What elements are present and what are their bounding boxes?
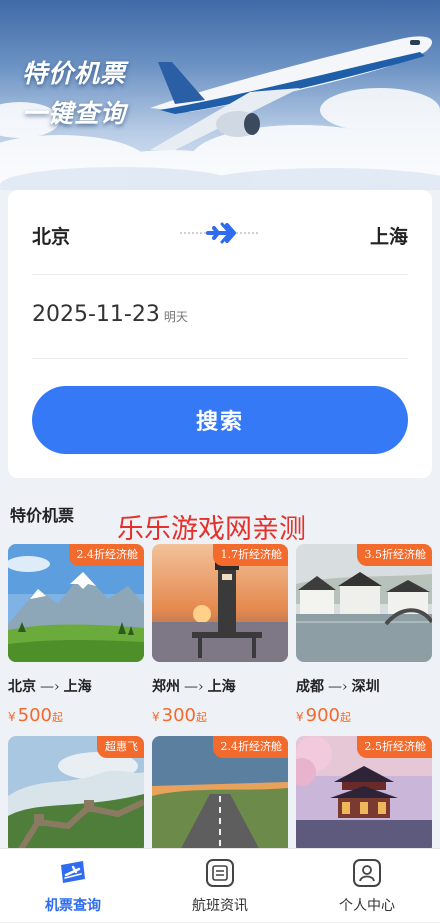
tab-label: 航班资讯 [192, 898, 248, 914]
search-card: 北京 上海 2025-11-23 明天 搜索 [8, 190, 432, 478]
tab-flight-news[interactable]: 航班资讯 [147, 849, 293, 923]
arrival-city[interactable]: 上海 [370, 222, 408, 249]
route: 郑州 —› 上海 [152, 679, 236, 695]
deal-image-lighthouse: 1.7折经济舱 [152, 544, 288, 662]
banner-title-line1: 特价机票 [22, 59, 127, 88]
deal-image-mountain: 2.4折经济舱 [8, 544, 144, 662]
user-icon [351, 857, 383, 889]
banner-title-line2: 一键查询 [22, 99, 127, 128]
route: 北京 —› 上海 [8, 679, 92, 695]
departure-city[interactable]: 北京 [32, 222, 70, 249]
price: ¥500起 [8, 705, 63, 726]
section-title: 特价机票 [10, 506, 75, 525]
deal-card[interactable]: 1.7折经济舱 郑州 —› 上海 ¥300起 [152, 544, 288, 726]
watermark-text: 乐乐游戏网亲测 [117, 514, 306, 545]
swap-cities-icon[interactable] [178, 218, 262, 248]
plane-ticket-icon [57, 857, 89, 889]
divider [32, 358, 408, 359]
deal-image-road: 2.4折经济舱 [152, 736, 288, 854]
deal-card[interactable]: 2.4折经济舱 [152, 736, 288, 854]
discount-badge: 3.5折经济舱 [356, 544, 432, 566]
deal-image-great-wall: 超惠飞 [8, 736, 144, 854]
deal-card[interactable]: 2.4折经济舱 北京 —› 上海 ¥500起 [8, 544, 144, 726]
price: ¥300起 [152, 705, 207, 726]
news-icon [204, 857, 236, 889]
deal-image-village: 3.5折经济舱 [296, 544, 432, 662]
bottom-tab-bar: 机票查询 航班资讯 个人中心 [0, 848, 440, 922]
discount-badge: 超惠飞 [97, 736, 144, 758]
date-hint: 明天 [163, 310, 188, 324]
tab-label: 个人中心 [339, 898, 395, 914]
price: ¥900起 [296, 705, 351, 726]
route: 成都 —› 深圳 [296, 679, 380, 695]
discount-badge: 2.4折经济舱 [68, 544, 144, 566]
discount-badge: 1.7折经济舱 [212, 544, 288, 566]
deal-image-pavilion: 2.5折经济舱 [296, 736, 432, 854]
discount-badge: 2.4折经济舱 [212, 736, 288, 758]
discount-badge: 2.5折经济舱 [356, 736, 432, 758]
tab-label: 机票查询 [45, 898, 101, 914]
deal-card[interactable]: 超惠飞 [8, 736, 144, 854]
tab-flight-search[interactable]: 机票查询 [0, 849, 146, 923]
tab-profile[interactable]: 个人中心 [294, 849, 440, 923]
hero-banner: BOEING 特价机票 一键查询 [0, 0, 440, 190]
divider [32, 274, 408, 275]
search-button[interactable]: 搜索 [32, 386, 408, 454]
departure-date[interactable]: 2025-11-23 明天 [32, 302, 188, 327]
deal-card[interactable]: 2.5折经济舱 [296, 736, 432, 854]
date-value: 2025-11-23 [32, 302, 160, 327]
deal-card[interactable]: 3.5折经济舱 成都 —› 深圳 ¥900起 [296, 544, 432, 726]
